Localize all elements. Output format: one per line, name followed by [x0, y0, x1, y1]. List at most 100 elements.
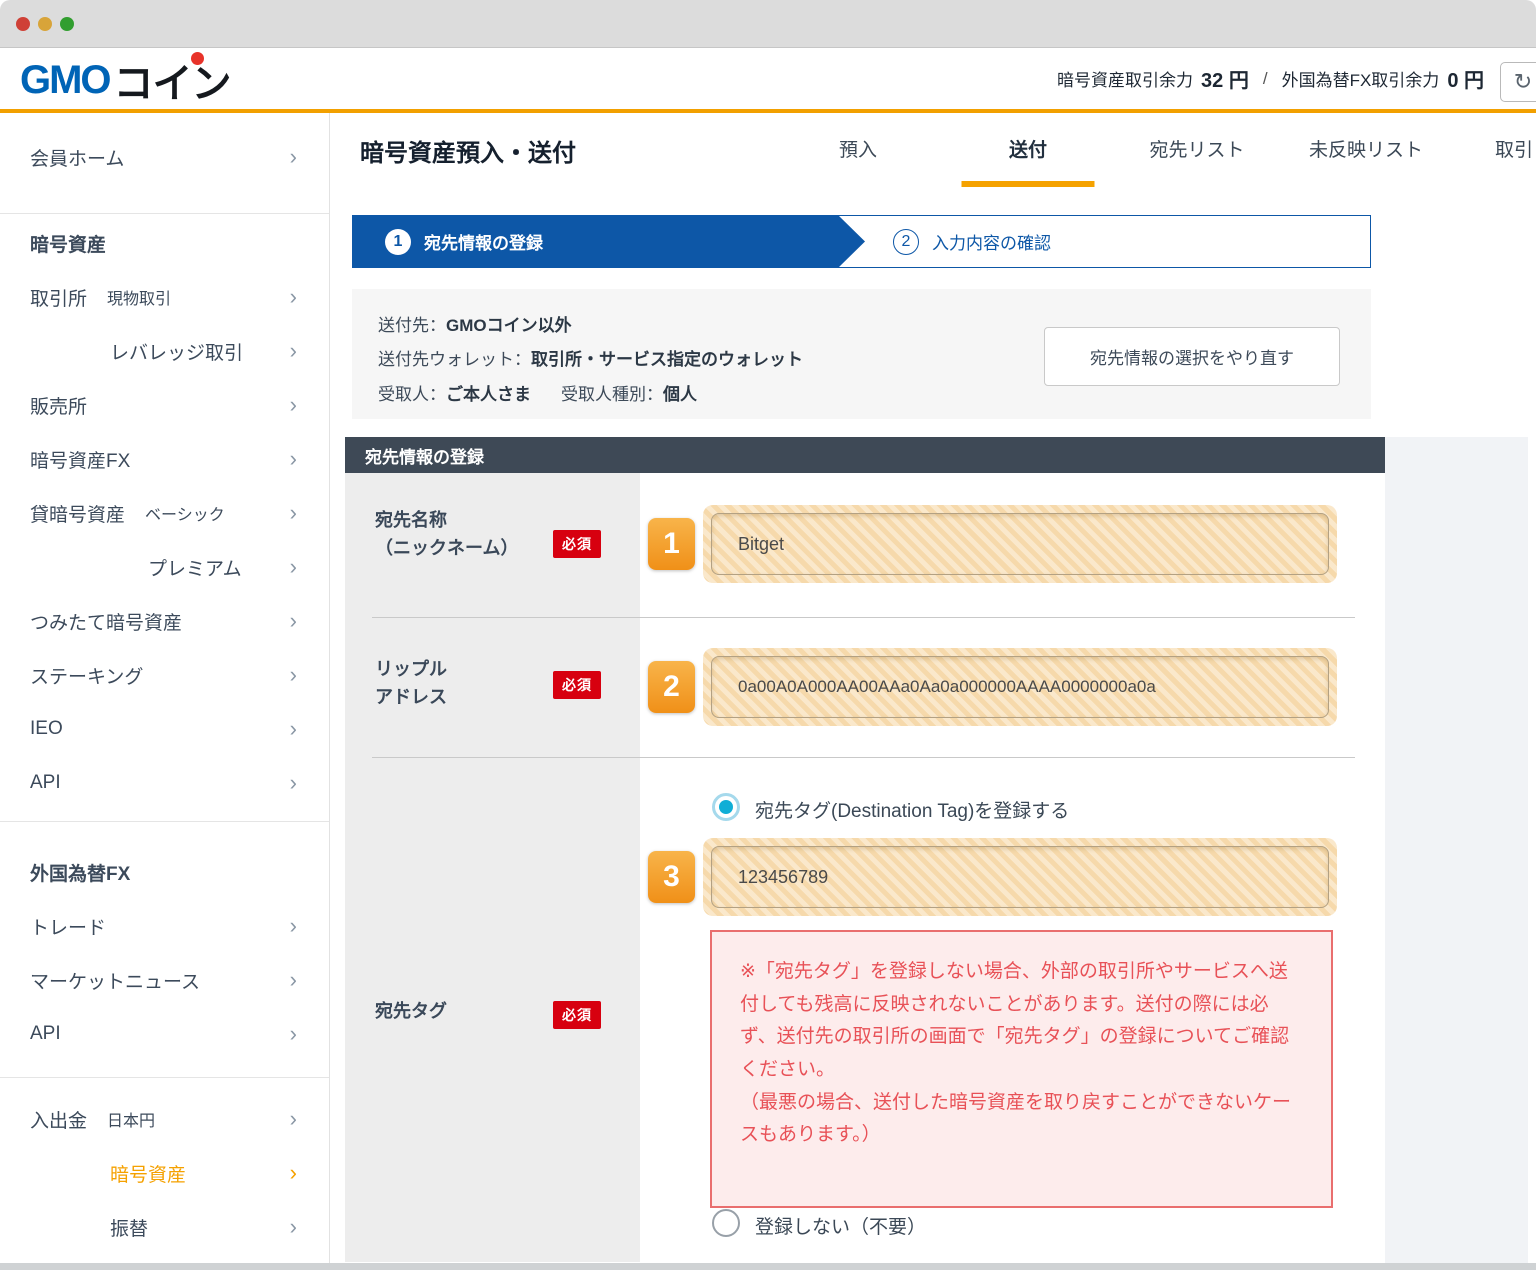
summary-destination: 送付先：GMOコイン以外	[378, 311, 572, 336]
annotation-badge-2: 2	[648, 661, 695, 713]
sidebar-item-tsumitate-crypto[interactable]: つみたて暗号資産 ›	[0, 594, 329, 648]
refresh-icon: ↻	[1514, 69, 1532, 95]
sidebar-divider	[0, 821, 329, 822]
sidebar-item-staking[interactable]: ステーキング ›	[0, 648, 329, 702]
sidebar-item-lending-premium[interactable]: プレミアム ›	[0, 540, 329, 594]
logo-coin-text: コイン	[114, 62, 231, 106]
sidebar-item-member-home[interactable]: 会員ホーム ›	[0, 130, 329, 184]
chevron-right-icon: ›	[290, 284, 297, 310]
chevron-right-icon: ›	[290, 662, 297, 688]
destination-summary-box: 送付先：GMOコイン以外 送付先ウォレット：取引所・サービス指定のウォレット 受…	[352, 289, 1371, 419]
required-badge: 必須	[553, 530, 601, 558]
sidebar-item-crypto-api[interactable]: API ›	[0, 756, 329, 810]
sidebar-item-leverage-trading[interactable]: レバレッジ取引 ›	[0, 324, 329, 378]
sidebar-item-fx-api[interactable]: API ›	[0, 1007, 329, 1061]
chevron-right-icon: ›	[290, 716, 297, 742]
logo-red-dot-icon	[191, 52, 204, 65]
section-title-bar: 宛先情報の登録	[345, 437, 1385, 473]
label-cell-destination-tag: 宛先タグ 必須	[345, 757, 640, 1262]
required-badge: 必須	[553, 1001, 601, 1029]
step-indicator: 1 宛先情報の登録 2 入力内容の確認	[352, 215, 1371, 268]
radio-register-destination-tag[interactable]	[712, 793, 740, 821]
ripple-address-input-wrap: 0a00A0A000AA00AAa0Aa0a000000AAAA0000000a…	[703, 648, 1337, 726]
minimize-button[interactable]	[38, 17, 52, 31]
nickname-input-wrap: Bitget	[703, 505, 1337, 583]
label-cell-ripple-address: リップル アドレス 必須	[345, 617, 640, 757]
sidebar-item-ieo[interactable]: IEO ›	[0, 702, 329, 756]
right-background-rail	[1385, 437, 1528, 1263]
tab-send[interactable]: 送付	[1009, 135, 1047, 162]
form-row-nickname: 宛先名称 （ニックネーム） 必須 1 Bitget	[345, 473, 1385, 617]
sidebar-item-market-news[interactable]: マーケットニュース ›	[0, 953, 329, 1007]
destination-tag-warning: ※「宛先タグ」を登録しない場合、外部の取引所やサービスへ送付しても残高に反映され…	[710, 930, 1333, 1208]
step-2-number: 2	[893, 229, 919, 255]
app-header: GMO コイン 暗号資産取引余力 32 円 / 外国為替FX取引余力 0 円 ↻	[0, 48, 1536, 113]
sidebar-nav: 会員ホーム › 暗号資産 取引所 現物取引 › レバレッジ取引 › 販売所 › …	[0, 113, 330, 1263]
account-balance-summary: 暗号資産取引余力 32 円 / 外国為替FX取引余力 0 円	[1057, 48, 1484, 109]
fx-trading-power-value: 0 円	[1447, 64, 1484, 93]
chevron-right-icon: ›	[290, 500, 297, 526]
crypto-trading-power-label: 暗号資産取引余力	[1057, 66, 1193, 91]
row-separator	[372, 757, 1355, 758]
chevron-right-icon: ›	[290, 554, 297, 580]
destination-registration-form: 宛先情報の登録 宛先名称 （ニックネーム） 必須 1 Bitget	[345, 437, 1385, 1262]
summary-wallet: 送付先ウォレット：取引所・サービス指定のウォレット	[378, 345, 803, 370]
sidebar-item-exchange-spot[interactable]: 取引所 現物取引 ›	[0, 270, 329, 324]
step-2-label: 入力内容の確認	[932, 229, 1051, 254]
refresh-balance-button[interactable]: ↻	[1500, 62, 1536, 102]
sidebar-divider	[0, 213, 329, 214]
radio-skip-destination-tag[interactable]	[712, 1209, 740, 1237]
sidebar-item-lending-basic[interactable]: 貸暗号資産 ベーシック ›	[0, 486, 329, 540]
chevron-right-icon: ›	[290, 338, 297, 364]
chevron-right-icon: ›	[290, 144, 297, 170]
radio-skip-label: 登録しない（不要）	[755, 1212, 926, 1239]
sidebar-item-deposit-withdraw-jpy[interactable]: 入出金 日本円 ›	[0, 1092, 329, 1146]
input-cell-ripple-address: 2 0a00A0A000AA00AAa0Aa0a000000AAAA000000…	[640, 617, 1385, 757]
tab-history[interactable]: 取引	[1495, 135, 1533, 162]
annotation-badge-3: 3	[648, 851, 695, 903]
radio-register-label: 宛先タグ(Destination Tag)を登録する	[755, 796, 1069, 823]
close-button[interactable]	[16, 17, 30, 31]
chevron-right-icon: ›	[290, 446, 297, 472]
ripple-address-label: リップル アドレス	[375, 655, 447, 711]
crypto-trading-power-value: 32 円	[1201, 64, 1249, 93]
browser-window: GMO コイン 暗号資産取引余力 32 円 / 外国為替FX取引余力 0 円 ↻…	[0, 0, 1536, 1270]
sidebar-item-deposit-withdraw-crypto[interactable]: 暗号資産 ›	[0, 1146, 329, 1200]
gmo-coin-logo[interactable]: GMO コイン	[20, 56, 231, 104]
input-cell-nickname: 1 Bitget	[640, 473, 1385, 617]
required-badge: 必須	[553, 671, 601, 699]
destination-tag-label: 宛先タグ	[375, 997, 447, 1025]
row-separator	[372, 617, 1355, 618]
label-cell-nickname: 宛先名称 （ニックネーム） 必須	[345, 473, 640, 617]
step-1-label: 宛先情報の登録	[424, 229, 543, 254]
chevron-right-icon: ›	[290, 1106, 297, 1132]
chevron-right-icon: ›	[290, 392, 297, 418]
step-1-number: 1	[385, 229, 411, 255]
fx-trading-power-label: 外国為替FX取引余力	[1282, 66, 1440, 91]
sidebar-item-sales-office[interactable]: 販売所 ›	[0, 378, 329, 432]
chevron-right-icon: ›	[290, 1214, 297, 1240]
window-bottom-edge	[0, 1263, 1536, 1270]
page-title: 暗号資産預入・送付	[360, 133, 576, 168]
sidebar-item-trade[interactable]: トレード ›	[0, 899, 329, 953]
destination-tag-input[interactable]: 123456789	[711, 846, 1329, 908]
main-content: 暗号資産預入・送付 預入 送付 宛先リスト 未反映リスト 取引 1 宛先情報の登…	[330, 113, 1536, 1263]
redo-selection-button[interactable]: 宛先情報の選択をやり直す	[1044, 327, 1340, 386]
tab-pending-list[interactable]: 未反映リスト	[1309, 135, 1423, 162]
sidebar-item-crypto-fx[interactable]: 暗号資産FX ›	[0, 432, 329, 486]
annotation-badge-1: 1	[648, 518, 695, 570]
balance-separator: /	[1263, 69, 1268, 89]
ripple-address-input[interactable]: 0a00A0A000AA00AAa0Aa0a000000AAAA0000000a…	[711, 656, 1329, 718]
logo-gmo-text: GMO	[20, 58, 110, 103]
zoom-button[interactable]	[60, 17, 74, 31]
input-cell-destination-tag: 宛先タグ(Destination Tag)を登録する 3 123456789 ※…	[640, 757, 1385, 1262]
tab-deposit[interactable]: 預入	[839, 135, 877, 162]
sidebar-item-transfer[interactable]: 振替 ›	[0, 1200, 329, 1254]
step-2-confirm-input: 2 入力内容の確認	[893, 216, 1051, 267]
step-1-register-destination: 1 宛先情報の登録	[353, 216, 865, 267]
sidebar-section-crypto: 暗号資産	[0, 216, 329, 270]
nickname-input[interactable]: Bitget	[711, 513, 1329, 575]
chevron-right-icon: ›	[290, 1160, 297, 1186]
tab-address-list[interactable]: 宛先リスト	[1149, 135, 1244, 162]
chevron-right-icon: ›	[290, 1021, 297, 1047]
